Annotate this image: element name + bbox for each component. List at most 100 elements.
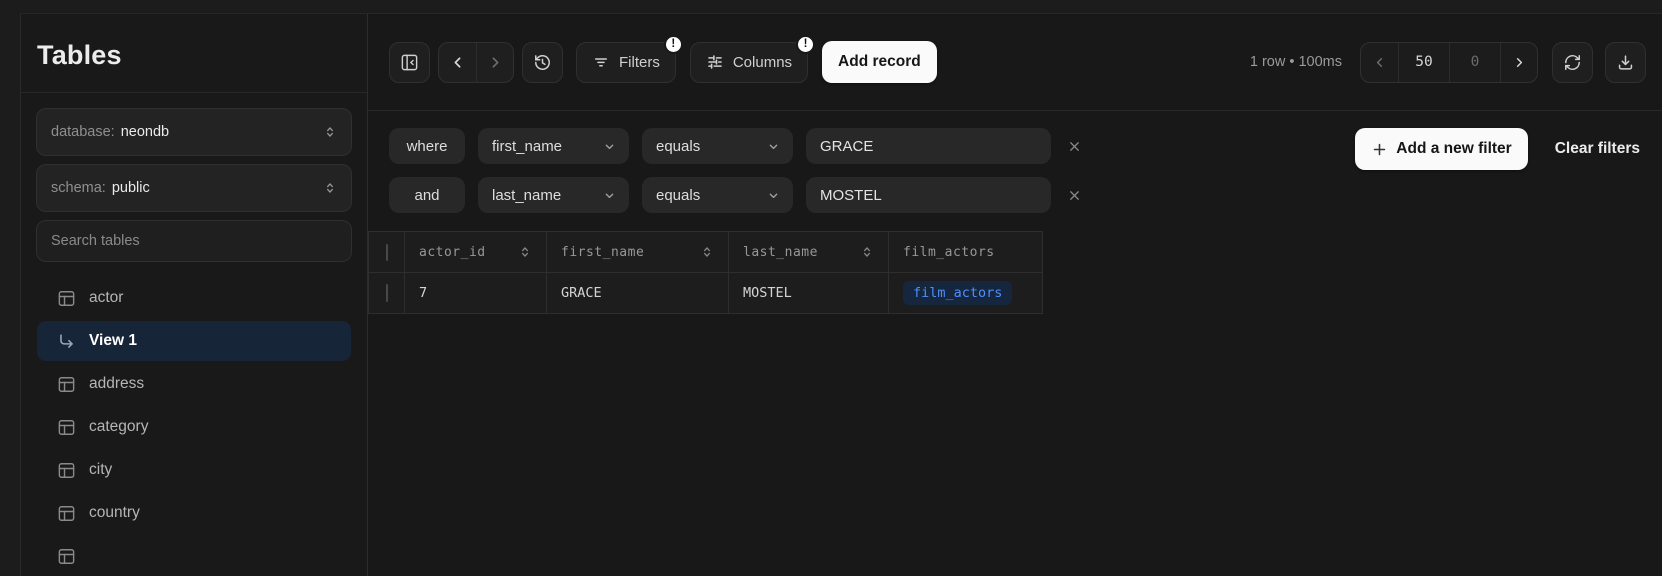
row-select-cell	[369, 273, 405, 314]
chevron-down-icon	[766, 139, 781, 154]
filter-lines-icon	[592, 53, 610, 71]
chevron-down-icon	[766, 188, 781, 203]
column-header-first-name[interactable]: first_name	[547, 232, 729, 273]
filter-column-value: last_name	[492, 187, 561, 204]
filters-alert-badge: !	[664, 35, 683, 54]
filter-row: and last_name equals	[389, 177, 1082, 213]
cell-film-actors: film_actors	[889, 273, 1043, 314]
filters-actions: Add a new filter Clear filters	[1355, 128, 1640, 170]
remove-filter-button[interactable]	[1067, 188, 1082, 203]
filter-conjunction[interactable]: where	[389, 128, 465, 164]
row-checkbox[interactable]	[386, 284, 388, 302]
chevron-down-icon	[602, 188, 617, 203]
sidebar-item-label: city	[89, 461, 112, 479]
add-filter-button[interactable]: Add a new filter	[1355, 128, 1527, 170]
column-header-last-name[interactable]: last_name	[729, 232, 889, 273]
plus-icon	[1371, 141, 1388, 158]
table-icon	[57, 547, 76, 566]
database-select[interactable]: database: neondb	[36, 108, 352, 156]
sidebar-item-country[interactable]: country	[37, 493, 351, 533]
cell-actor-id[interactable]: 7	[405, 273, 547, 314]
pagination-group: 50 0	[1360, 42, 1538, 83]
data-grid: actor_id first_name	[368, 231, 1662, 576]
chevron-right-icon	[1512, 55, 1527, 70]
column-header-film-actors[interactable]: film_actors	[889, 232, 1043, 273]
page-size-field[interactable]: 50	[1398, 43, 1449, 82]
schema-select-value: public	[112, 180, 150, 196]
page-offset-field[interactable]: 0	[1449, 43, 1500, 82]
sort-icon[interactable]	[700, 245, 714, 259]
sort-icon[interactable]	[860, 245, 874, 259]
schema-select[interactable]: schema: public	[36, 164, 352, 212]
columns-alert-badge: !	[796, 35, 815, 54]
table-icon	[57, 375, 76, 394]
add-record-label: Add record	[838, 53, 921, 71]
refresh-icon	[1563, 53, 1582, 72]
next-page-button[interactable]	[1500, 43, 1537, 82]
column-header-actor-id[interactable]: actor_id	[405, 232, 547, 273]
table-icon	[57, 418, 76, 437]
app-window: Tables database: neondb schema: public	[20, 13, 1662, 576]
sidebar-item-label: View 1	[89, 332, 137, 350]
filter-operator-value: equals	[656, 187, 700, 204]
select-all-checkbox[interactable]	[386, 244, 388, 261]
history-nav-group	[438, 42, 514, 83]
sidebar-item-category[interactable]: category	[37, 407, 351, 447]
table-list: actor View 1 address category city count…	[21, 262, 367, 576]
database-select-value: neondb	[121, 124, 169, 140]
filter-row: where first_name equals	[389, 128, 1082, 164]
cell-last-name[interactable]: MOSTEL	[729, 273, 889, 314]
select-all-cell	[369, 232, 405, 273]
cell-first-name[interactable]: GRACE	[547, 273, 729, 314]
filter-rows: where first_name equals and	[389, 128, 1082, 213]
sidebar-item-label: country	[89, 504, 140, 522]
columns-button[interactable]: Columns !	[690, 42, 808, 83]
search-tables-input[interactable]	[51, 233, 337, 249]
sidebar-item-partial[interactable]	[37, 536, 351, 576]
add-filter-label: Add a new filter	[1396, 140, 1511, 158]
remove-filter-button[interactable]	[1067, 139, 1082, 154]
refresh-button[interactable]	[1552, 42, 1593, 83]
sort-icon[interactable]	[518, 245, 532, 259]
back-button[interactable]	[439, 43, 476, 82]
forward-button[interactable]	[476, 43, 513, 82]
filter-value-input[interactable]	[806, 177, 1051, 213]
filter-operator-select[interactable]: equals	[642, 128, 793, 164]
add-record-button[interactable]: Add record	[822, 41, 937, 83]
filter-value-input[interactable]	[806, 128, 1051, 164]
clear-filters-button[interactable]: Clear filters	[1555, 140, 1640, 158]
sidebar-item-city[interactable]: city	[37, 450, 351, 490]
database-select-label: database:	[51, 124, 115, 140]
sidebar-item-address[interactable]: address	[37, 364, 351, 404]
schema-select-label: schema:	[51, 180, 106, 196]
column-header-label: last_name	[743, 245, 818, 260]
download-icon	[1616, 53, 1635, 72]
chevron-left-icon	[1372, 55, 1387, 70]
sidebar-header: Tables	[21, 14, 367, 93]
filter-operator-select[interactable]: equals	[642, 177, 793, 213]
chevrons-up-down-icon	[323, 125, 337, 139]
tables-sidebar: Tables database: neondb schema: public	[21, 14, 368, 576]
filter-conjunction[interactable]: and	[389, 177, 465, 213]
chevrons-up-down-icon	[323, 181, 337, 195]
filter-column-value: first_name	[492, 138, 562, 155]
collapse-sidebar-button[interactable]	[389, 42, 430, 83]
table-icon	[57, 289, 76, 308]
filter-column-select[interactable]: last_name	[478, 177, 629, 213]
sidebar-item-label: address	[89, 375, 144, 393]
page-title: Tables	[37, 40, 351, 71]
query-history-button[interactable]	[522, 42, 563, 83]
column-header-label: actor_id	[419, 245, 486, 260]
filters-button[interactable]: Filters !	[576, 42, 676, 83]
sidebar-item-label: actor	[89, 289, 123, 307]
main-panel: Filters ! Columns ! Add record 1 row • 1…	[368, 14, 1662, 576]
close-icon	[1067, 188, 1082, 203]
columns-button-label: Columns	[733, 54, 792, 71]
sidebar-item-view-1[interactable]: View 1	[37, 321, 351, 361]
prev-page-button[interactable]	[1361, 43, 1398, 82]
sidebar-item-actor[interactable]: actor	[37, 278, 351, 318]
film-actors-link[interactable]: film_actors	[903, 281, 1012, 305]
filter-column-select[interactable]: first_name	[478, 128, 629, 164]
export-button[interactable]	[1605, 42, 1646, 83]
search-tables-box	[36, 220, 352, 262]
